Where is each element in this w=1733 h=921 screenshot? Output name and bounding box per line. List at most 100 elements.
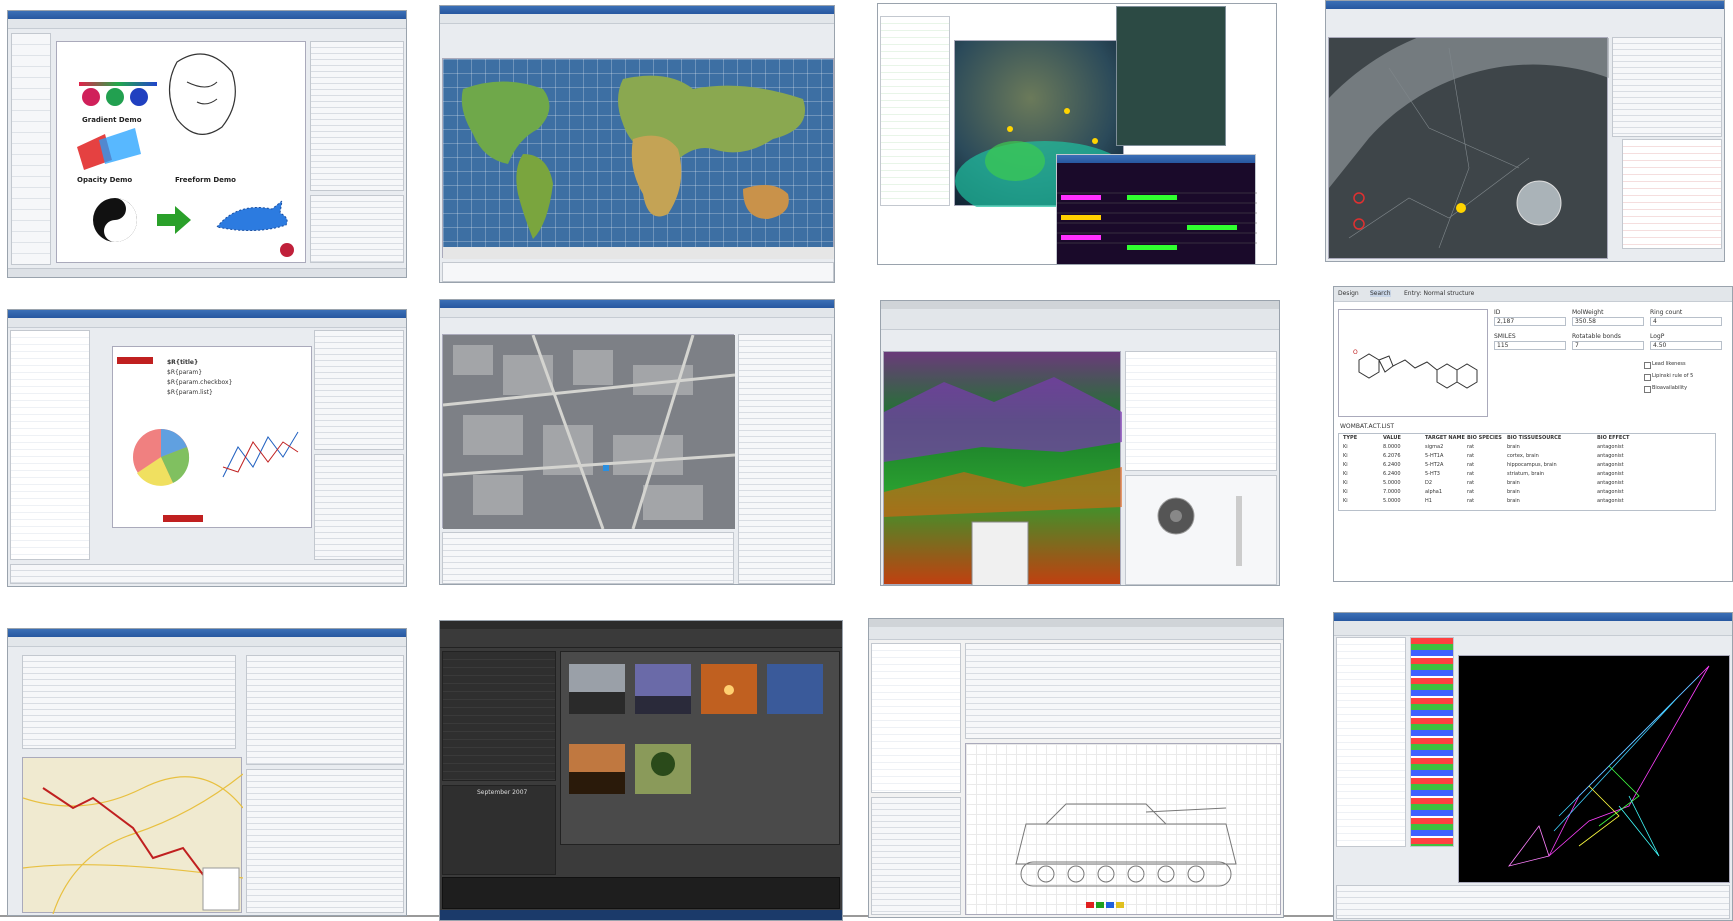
field-value[interactable]: 4 — [1650, 317, 1722, 326]
status-bar — [8, 268, 406, 277]
column-header[interactable]: BIO TISSUESOURCE — [1507, 435, 1561, 441]
window-toolbar[interactable] — [8, 637, 406, 647]
window-toolbar[interactable] — [8, 318, 406, 328]
structure-drawing[interactable]: O — [1338, 309, 1488, 417]
tile-gps-map[interactable] — [7, 628, 407, 916]
field-label: Ring count — [1650, 309, 1683, 316]
field-label: LogP — [1650, 333, 1665, 340]
layers-panel[interactable] — [738, 334, 832, 584]
track-summary-window[interactable] — [1056, 154, 1257, 264]
thumbnails — [569, 664, 823, 794]
window-titlebar — [440, 621, 842, 629]
column-header[interactable]: BIO EFFECT — [1597, 435, 1629, 441]
project-tree[interactable] — [10, 330, 90, 560]
checkbox-box[interactable] — [1644, 362, 1651, 369]
route-properties[interactable] — [246, 769, 404, 913]
filter-checkbox[interactable]: Bioavailability — [1652, 385, 1687, 391]
properties-window[interactable] — [1116, 6, 1226, 146]
checkbox-box[interactable] — [1644, 374, 1651, 381]
window-toolbar[interactable] — [881, 309, 1279, 330]
field-value[interactable]: 2,187 — [1494, 317, 1566, 326]
column-header[interactable]: VALUE — [1383, 435, 1401, 441]
tile-world-map[interactable] — [439, 5, 835, 283]
filter-checks[interactable]: Lead likeness Lipinski rule of 5 Bioavaila… — [1644, 361, 1732, 401]
tile-wireframe[interactable] — [1333, 612, 1733, 921]
column-header[interactable]: TYPE — [1343, 435, 1357, 441]
table-cell: Ki — [1343, 489, 1348, 495]
tab-search[interactable]: Search — [1370, 290, 1391, 297]
folder-tree[interactable] — [442, 651, 556, 781]
navigation-panel[interactable] — [1125, 475, 1277, 585]
properties-panel[interactable] — [871, 797, 961, 915]
activity-table[interactable]: TYPE VALUE TARGET NAME BIO SPECIES BIO TISSU… — [1338, 433, 1716, 511]
model-tree[interactable] — [1336, 637, 1406, 847]
filter-checkbox[interactable]: Lead likeness — [1652, 361, 1686, 367]
outline-tree[interactable] — [871, 643, 961, 793]
window-toolbar[interactable] — [869, 627, 1283, 640]
radar-map[interactable] — [1328, 37, 1609, 259]
terrain-view[interactable] — [883, 351, 1122, 585]
window-toolbar[interactable] — [1334, 621, 1732, 636]
property-panel[interactable] — [1612, 37, 1722, 137]
filter-checkbox[interactable]: Lipinski rule of 5 — [1652, 373, 1693, 379]
aerial-image[interactable] — [442, 334, 735, 529]
road-map-routes — [23, 773, 243, 914]
thumbnail-grid[interactable] — [560, 651, 840, 845]
table-cell: Ki — [1343, 471, 1348, 477]
layers-panel[interactable] — [310, 195, 404, 263]
drawing-canvas[interactable]: Gradient Demo Opacity Demo Freeform Demo — [56, 41, 306, 263]
field-value[interactable]: 350.58 — [1572, 317, 1644, 326]
waypoints-panel[interactable] — [246, 655, 404, 765]
properties-panel[interactable] — [314, 454, 404, 560]
calendar[interactable]: September 2007 — [442, 785, 556, 875]
tile-globe[interactable] — [877, 3, 1277, 265]
tile-terrain[interactable] — [880, 300, 1280, 586]
report-page[interactable]: $R{title} $R{param} $R{param.checkbox} $… — [112, 346, 312, 528]
structure-editor[interactable] — [965, 643, 1281, 739]
radar-overlay — [1329, 38, 1609, 249]
window-toolbar[interactable] — [440, 14, 834, 24]
window-titlebar — [1334, 613, 1732, 621]
tools-palette[interactable] — [11, 33, 51, 265]
window-toolbar[interactable] — [440, 308, 834, 318]
window-titlebar — [440, 300, 834, 308]
route-list[interactable] — [22, 655, 236, 749]
table-cell: 6.2400 — [1383, 462, 1401, 468]
tile-photos[interactable]: September 2007 — [439, 620, 843, 921]
console-panel[interactable] — [1336, 885, 1730, 919]
viewport-3d[interactable] — [1458, 655, 1730, 883]
chemistry-toolbar[interactable]: Design Search Entry: Normal structure — [1334, 287, 1732, 302]
column-header[interactable]: TARGET NAME — [1425, 435, 1465, 441]
entry-select[interactable]: Entry: Normal structure — [1404, 290, 1474, 297]
alerts-tree[interactable] — [1622, 139, 1722, 249]
tile-svg-editor[interactable]: Gradient Demo Opacity Demo Freeform Demo — [7, 10, 407, 278]
drawing-area[interactable] — [965, 743, 1281, 915]
drawing-shapes — [77, 53, 294, 257]
tile-cad[interactable] — [868, 618, 1284, 918]
coordinates-panel[interactable] — [442, 262, 834, 282]
window-toolbar[interactable] — [440, 629, 842, 648]
field-value[interactable]: 4.50 — [1650, 341, 1722, 350]
filmstrip[interactable] — [442, 877, 840, 909]
table-cell: hippocampus, brain — [1507, 462, 1557, 468]
color-palette[interactable] — [1410, 637, 1454, 847]
tile-chemistry[interactable]: Design Search Entry: Normal structure O … — [1333, 286, 1733, 582]
checkbox-box[interactable] — [1644, 386, 1651, 393]
tile-aerial[interactable] — [439, 299, 835, 585]
field-value[interactable]: 115 — [1494, 341, 1566, 350]
tile-radar[interactable] — [1325, 0, 1725, 262]
problems-panel[interactable] — [10, 564, 404, 584]
road-map[interactable] — [22, 757, 243, 914]
world-map-canvas[interactable] — [442, 58, 834, 259]
tab-design[interactable]: Design — [1338, 290, 1359, 297]
field-value[interactable]: 7 — [1572, 341, 1644, 350]
terrain-layer-tree[interactable] — [1125, 351, 1277, 471]
tile-report-designer[interactable]: $R{title} $R{param} $R{param.checkbox} $… — [7, 309, 407, 587]
layer-tree[interactable] — [880, 16, 950, 206]
properties-panel[interactable] — [310, 41, 404, 191]
palette-panel[interactable] — [314, 330, 404, 450]
information-panel[interactable] — [442, 532, 734, 584]
window-toolbar[interactable] — [8, 19, 406, 29]
column-header[interactable]: BIO SPECIES — [1467, 435, 1502, 441]
window-titlebar — [1057, 155, 1255, 163]
